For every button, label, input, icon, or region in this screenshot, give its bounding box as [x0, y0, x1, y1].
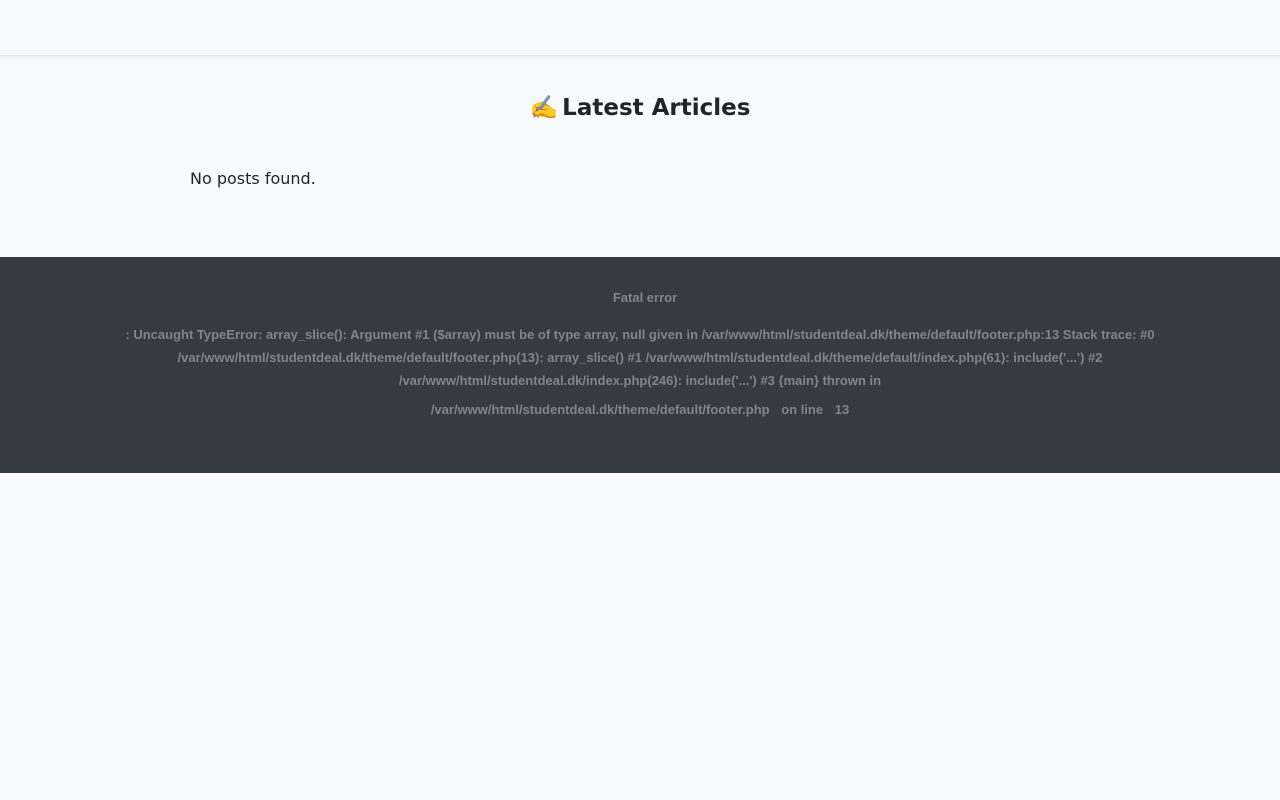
error-title: Fatal error — [612, 290, 678, 305]
site-footer: Fatal error : Uncaught TypeError: array_… — [0, 257, 1280, 473]
error-file: /var/www/html/studentdeal.dk/theme/defau… — [430, 402, 770, 417]
posts-list: No posts found. — [190, 123, 1090, 232]
top-navbar — [0, 0, 1280, 56]
writing-hand-icon: ✍️ — [529, 95, 559, 121]
empty-posts-message: No posts found. — [190, 169, 316, 188]
error-message: : Uncaught TypeError: array_slice(): Arg… — [125, 327, 1155, 388]
error-on-line-label: on line — [781, 402, 824, 417]
error-location: /var/www/html/studentdeal.dk/theme/defau… — [0, 402, 1280, 418]
page-title-text: Latest Articles — [562, 95, 751, 121]
page-title: ✍️ Latest Articles — [0, 56, 1280, 123]
error-line-number: 13 — [834, 402, 850, 417]
main-content: ✍️ Latest Articles No posts found. — [0, 56, 1280, 232]
